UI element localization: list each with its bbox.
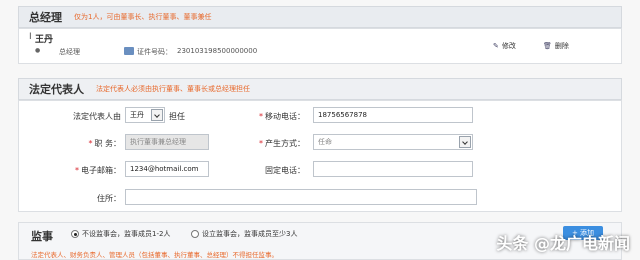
radio-board-label: 设立监事会，监事成员至少3人 <box>202 230 298 238</box>
legal-rep-section-title: 法定代表人 <box>29 83 84 96</box>
position-value: 执行董事兼总经理 <box>130 138 186 146</box>
mobile-label: * 移动电话： <box>259 112 305 121</box>
legal-rep-section-note: 法定代表人必须由执行董事、董事长或总经理担任 <box>96 85 250 93</box>
manager-section-note: 仅为1人，可由董事长、执行董事、董事兼任 <box>74 13 212 21</box>
email-value: 1234@hotmail.com <box>130 165 199 173</box>
method-value: 任命 <box>318 138 332 146</box>
watermark-text: 头条 @龙广电新闻 <box>496 234 630 253</box>
method-label: * 产生方式： <box>259 139 305 148</box>
email-field[interactable]: 1234@hotmail.com <box>125 161 209 177</box>
edit-icon: ✎ <box>493 42 499 50</box>
manager-card: 王丹 I ● 总经理 证件号码： 230103198500000000 ✎ 修改… <box>18 28 622 64</box>
edit-button[interactable]: ✎ 修改 <box>493 41 516 51</box>
person-name: 王丹 <box>35 35 54 45</box>
landline-field[interactable] <box>313 161 473 177</box>
landline-label: 固定电话： <box>265 166 305 175</box>
delete-button[interactable]: 🗑 删除 <box>543 41 569 51</box>
cursor-icon: I <box>29 32 32 42</box>
radio-board[interactable]: 设立监事会，监事成员至少3人 <box>191 229 297 239</box>
rep-by-value: 王丹 <box>130 111 144 119</box>
radio-selected-icon <box>71 230 79 238</box>
chevron-down-icon <box>151 109 163 121</box>
trash-icon: 🗑 <box>543 42 552 50</box>
rep-by-label: 法定代表人由 <box>73 112 121 121</box>
id-card-icon <box>124 47 134 55</box>
position-field: 执行董事兼总经理 <box>125 134 209 150</box>
rep-by-select[interactable]: 王丹 <box>125 107 165 123</box>
manager-section-header: 总经理 仅为1人，可由董事长、执行董事、董事兼任 <box>18 6 622 28</box>
legal-rep-section-header: 法定代表人 法定代表人必须由执行董事、董事长或总经理担任 <box>18 78 622 100</box>
person-icon: ● <box>35 47 41 54</box>
email-label: * 电子邮箱： <box>75 166 121 175</box>
person-role: 总经理 <box>59 48 80 56</box>
mobile-value: 18756567878 <box>318 111 367 119</box>
position-label: * 职 务： <box>88 139 121 148</box>
supervisor-note: 法定代表人、财务负责人、管理人员（包括董事、执行董事、总经理）不得担任监事。 <box>31 251 278 259</box>
method-select[interactable]: 任命 <box>313 134 473 150</box>
id-value: 230103198500000000 <box>177 47 258 55</box>
edit-label: 修改 <box>501 42 516 50</box>
radio-no-board[interactable]: 不设监事会，监事成员1-2人 <box>71 229 170 239</box>
radio-no-board-label: 不设监事会，监事成员1-2人 <box>82 230 171 238</box>
radio-unselected-icon <box>191 230 199 238</box>
chevron-down-icon <box>459 136 471 148</box>
address-field[interactable] <box>125 189 477 205</box>
rep-by-suffix: 担任 <box>169 112 185 121</box>
legal-rep-panel: 法定代表人由 王丹 担任 * 移动电话： 18756567878 * 职 务： 执行… <box>18 100 622 212</box>
supervisor-section-title: 监事 <box>31 230 53 243</box>
mobile-field[interactable]: 18756567878 <box>313 107 473 123</box>
address-label: 住所： <box>97 194 121 203</box>
manager-section-title: 总经理 <box>29 11 62 24</box>
id-label: 证件号码： <box>137 48 172 56</box>
delete-label: 删除 <box>554 42 569 50</box>
